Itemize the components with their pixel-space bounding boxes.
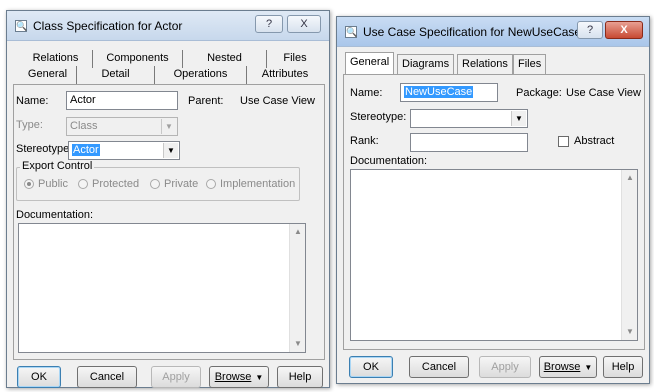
name-label: Name: bbox=[16, 95, 49, 107]
name-field[interactable]: Actor bbox=[66, 91, 178, 110]
use-case-specification-dialog: 🔍 Use Case Specification for NewUseCase … bbox=[336, 16, 650, 384]
package-label: Package: bbox=[516, 87, 562, 99]
scroll-down-icon[interactable]: ▼ bbox=[622, 324, 638, 340]
public-radio[interactable] bbox=[24, 179, 34, 189]
documentation-label: Documentation: bbox=[350, 155, 428, 167]
scroll-up-icon[interactable]: ▲ bbox=[290, 224, 306, 240]
dropdown-arrow-icon: ▼ bbox=[255, 373, 264, 382]
dropdown-arrow-icon: ▼ bbox=[584, 363, 593, 372]
tab-files[interactable]: Files bbox=[513, 54, 547, 74]
protected-radio[interactable] bbox=[78, 179, 88, 189]
public-label: Public bbox=[38, 178, 68, 190]
stereotype-select-value: Actor bbox=[72, 144, 100, 156]
documentation-textarea[interactable]: ▲ ▼ bbox=[350, 169, 638, 341]
parent-label: Parent: bbox=[188, 95, 224, 107]
type-select[interactable]: Class ▼ bbox=[66, 117, 178, 136]
chevron-down-icon: ▼ bbox=[163, 143, 178, 158]
private-radio[interactable] bbox=[150, 179, 160, 189]
implementation-radio[interactable] bbox=[206, 179, 216, 189]
abstract-label: Abstract bbox=[574, 135, 615, 147]
parent-value: Use Case View bbox=[240, 95, 315, 107]
left-client: Relations Components Nested Files Genera… bbox=[13, 42, 325, 388]
documentation-scrollbar[interactable]: ▲ ▼ bbox=[621, 170, 637, 340]
help-icon[interactable]: ? bbox=[255, 15, 283, 33]
scroll-down-icon[interactable]: ▼ bbox=[290, 336, 306, 352]
tab-attributes[interactable]: Attributes bbox=[247, 66, 323, 84]
cancel-button[interactable]: Cancel bbox=[409, 356, 469, 378]
type-select-value: Class bbox=[70, 120, 98, 132]
right-client: General Diagrams Relations Files Name: N… bbox=[343, 48, 645, 378]
stereotype-label: Stereotype: bbox=[16, 143, 73, 155]
chevron-down-icon: ▼ bbox=[511, 111, 526, 126]
right-titlebar: 🔍 Use Case Specification for NewUseCase … bbox=[337, 17, 649, 47]
ok-button[interactable]: OK bbox=[17, 366, 61, 388]
browse-button-label: Browse bbox=[543, 361, 581, 373]
help-icon[interactable]: ? bbox=[577, 21, 603, 39]
close-icon[interactable]: X bbox=[605, 21, 643, 39]
left-titlebar: 🔍 Class Specification for Actor ? X bbox=[7, 11, 329, 41]
tab-general[interactable]: General bbox=[345, 52, 395, 74]
left-tab-panel: Name: Actor Parent: Use Case View Type: … bbox=[13, 84, 325, 360]
magnifier-icon: 🔍 bbox=[345, 26, 358, 38]
tab-relations[interactable]: Relations bbox=[457, 54, 513, 74]
stereotype-select[interactable]: ▼ bbox=[410, 109, 528, 128]
documentation-label: Documentation: bbox=[16, 209, 94, 221]
tab-detail[interactable]: Detail bbox=[77, 66, 155, 84]
browse-button[interactable]: Browse ▼ bbox=[539, 356, 597, 378]
package-value: Use Case View bbox=[566, 87, 641, 99]
tab-general[interactable]: General bbox=[19, 66, 77, 84]
tab-operations[interactable]: Operations bbox=[155, 66, 247, 84]
rank-label: Rank: bbox=[350, 135, 379, 147]
chevron-down-icon: ▼ bbox=[161, 119, 176, 134]
documentation-scrollbar[interactable]: ▲ ▼ bbox=[289, 224, 305, 352]
close-icon[interactable]: X bbox=[287, 15, 321, 33]
scroll-up-icon[interactable]: ▲ bbox=[622, 170, 638, 186]
protected-label: Protected bbox=[92, 178, 140, 190]
class-specification-dialog: 🔍 Class Specification for Actor ? X Rela… bbox=[6, 10, 330, 388]
apply-button[interactable]: Apply bbox=[151, 366, 201, 388]
magnifier-icon: 🔍 bbox=[15, 20, 28, 32]
browse-button-label: Browse bbox=[214, 371, 252, 383]
right-tab-panel: Name: NewUseCase Package: Use Case View … bbox=[343, 74, 645, 350]
help-button[interactable]: Help bbox=[603, 356, 643, 378]
help-button[interactable]: Help bbox=[277, 366, 323, 388]
stereotype-label: Stereotype: bbox=[350, 111, 407, 123]
implementation-label: Implementation bbox=[220, 178, 296, 190]
export-control-label: Export Control bbox=[20, 160, 95, 172]
cancel-button[interactable]: Cancel bbox=[77, 366, 137, 388]
tab-diagrams[interactable]: Diagrams bbox=[397, 54, 455, 74]
documentation-textarea[interactable]: ▲ ▼ bbox=[18, 223, 306, 353]
left-dialog-title: Class Specification for Actor bbox=[33, 19, 183, 33]
apply-button[interactable]: Apply bbox=[479, 356, 531, 378]
name-field[interactable]: NewUseCase bbox=[400, 83, 498, 102]
stereotype-select[interactable]: Actor ▼ bbox=[68, 141, 180, 160]
name-label: Name: bbox=[350, 87, 383, 99]
private-label: Private bbox=[164, 178, 199, 190]
right-dialog-title: Use Case Specification for NewUseCase bbox=[363, 25, 582, 39]
abstract-checkbox[interactable] bbox=[558, 136, 569, 147]
browse-button[interactable]: Browse ▼ bbox=[209, 366, 269, 388]
ok-button[interactable]: OK bbox=[349, 356, 393, 378]
name-field-value: NewUseCase bbox=[404, 86, 474, 98]
type-label: Type: bbox=[16, 119, 43, 131]
rank-field[interactable] bbox=[410, 133, 528, 152]
